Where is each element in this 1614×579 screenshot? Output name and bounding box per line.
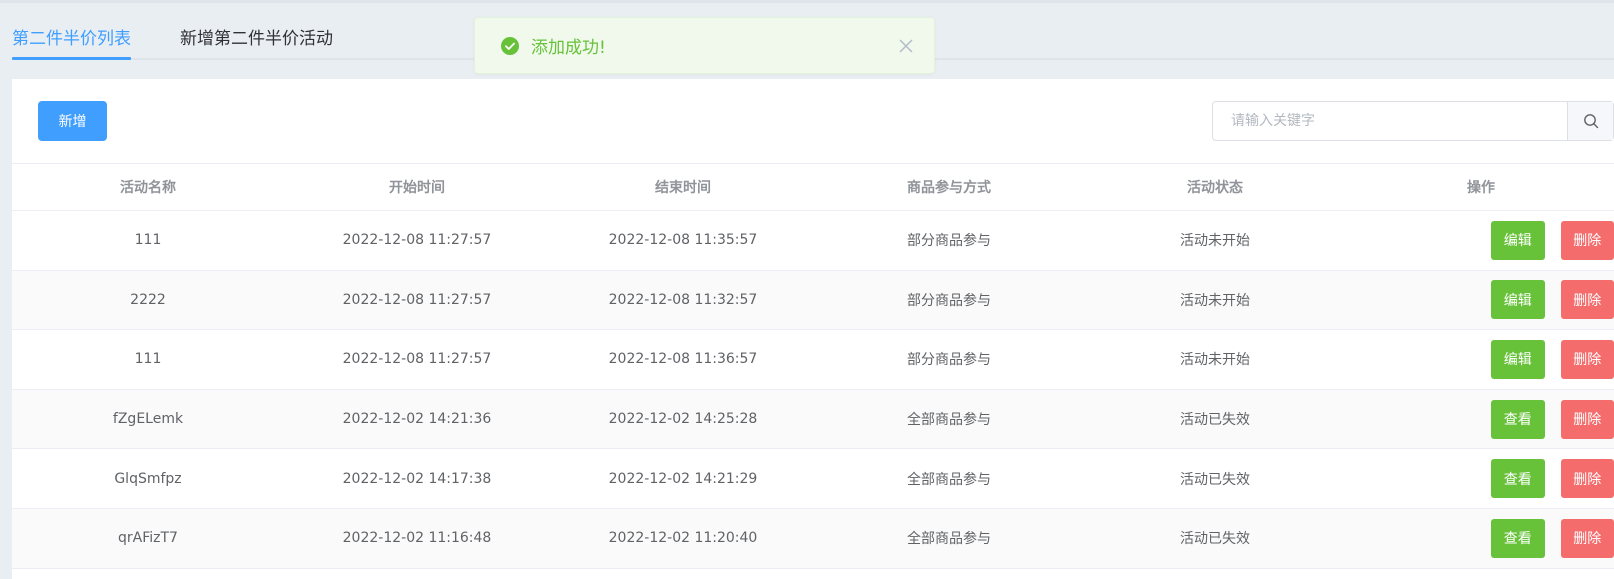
cell-name: qrAFizT7 <box>118 530 178 547</box>
add-button[interactable]: 新增 <box>38 101 107 141</box>
cell-status: 活动未开始 <box>1180 233 1250 250</box>
cell-actions: 查看 删除 <box>1348 459 1614 499</box>
cell-actions: 编辑 删除 <box>1348 339 1614 379</box>
cell-mode: 全部商品参与 <box>907 412 991 429</box>
cell-status: 活动未开始 <box>1180 292 1250 309</box>
table-row: fZgELemk 2022-12-02 14:21:36 2022-12-02 … <box>12 389 1614 450</box>
view-button[interactable]: 查看 <box>1491 399 1545 439</box>
delete-button[interactable]: 删除 <box>1560 459 1614 499</box>
table-row: GlqSmfpz 2022-12-02 14:17:38 2022-12-02 … <box>12 449 1614 509</box>
cell-end: 2022-12-08 11:35:57 <box>608 232 758 249</box>
cell-name: fZgELemk <box>112 411 184 428</box>
tab-list[interactable]: 第二件半价列表 <box>12 24 131 60</box>
cell-start: 2022-12-02 14:17:38 <box>342 470 492 487</box>
search-button[interactable] <box>1567 102 1613 140</box>
cell-end: 2022-12-02 11:20:40 <box>608 530 758 547</box>
header-start: 开始时间 <box>389 180 445 196</box>
cell-status: 活动未开始 <box>1180 352 1250 369</box>
main-panel: 新增 活动名称 开始时间 结束时间 商品参与方式 活动状态 操作 111 202… <box>12 79 1614 579</box>
cell-actions: 编辑 删除 <box>1348 220 1614 260</box>
toast-message: 添加成功! <box>531 38 606 58</box>
delete-button[interactable]: 删除 <box>1560 518 1614 558</box>
cell-name: GlqSmfpz <box>114 470 182 487</box>
view-button[interactable]: 查看 <box>1491 518 1545 558</box>
cell-mode: 部分商品参与 <box>907 352 991 369</box>
cell-start: 2022-12-08 11:27:57 <box>342 351 492 368</box>
cell-end: 2022-12-02 14:25:28 <box>608 411 758 428</box>
cell-start: 2022-12-02 11:16:48 <box>342 530 492 547</box>
header-mode: 商品参与方式 <box>907 180 991 196</box>
cell-status: 活动已失效 <box>1180 471 1250 488</box>
cell-name: 111 <box>134 351 162 368</box>
cell-end: 2022-12-02 14:21:29 <box>608 470 758 487</box>
delete-button[interactable]: 删除 <box>1560 339 1614 379</box>
delete-button[interactable]: 删除 <box>1560 220 1614 260</box>
cell-start: 2022-12-02 14:21:36 <box>342 411 492 428</box>
edit-button[interactable]: 编辑 <box>1491 339 1545 379</box>
cell-actions: 查看 删除 <box>1348 518 1614 558</box>
cell-mode: 全部商品参与 <box>907 531 991 548</box>
header-status: 活动状态 <box>1187 180 1243 196</box>
header-end: 结束时间 <box>655 180 711 196</box>
header-name: 活动名称 <box>120 180 176 196</box>
delete-button[interactable]: 删除 <box>1560 280 1614 320</box>
view-button[interactable]: 查看 <box>1491 459 1545 499</box>
cell-status: 活动已失效 <box>1180 531 1250 548</box>
search-icon <box>1583 114 1598 129</box>
delete-button[interactable]: 删除 <box>1560 399 1614 439</box>
activity-table: 活动名称 开始时间 结束时间 商品参与方式 活动状态 操作 111 2022-1… <box>12 163 1614 569</box>
edit-button[interactable]: 编辑 <box>1491 220 1545 260</box>
success-toast: 添加成功! <box>474 17 935 74</box>
edit-button[interactable]: 编辑 <box>1491 280 1545 320</box>
cell-actions: 查看 删除 <box>1348 399 1614 439</box>
close-icon[interactable] <box>898 38 914 54</box>
cell-actions: 编辑 删除 <box>1348 280 1614 320</box>
table-row: qrAFizT7 2022-12-02 11:16:48 2022-12-02 … <box>12 508 1614 569</box>
cell-mode: 部分商品参与 <box>907 292 991 309</box>
search-input[interactable] <box>1213 102 1567 140</box>
search-box <box>1212 101 1614 141</box>
table-row: 111 2022-12-08 11:27:57 2022-12-08 11:35… <box>12 211 1614 271</box>
cell-status: 活动已失效 <box>1180 412 1250 429</box>
table-row: 111 2022-12-08 11:27:57 2022-12-08 11:36… <box>12 330 1614 390</box>
cell-mode: 全部商品参与 <box>907 471 991 488</box>
tab-add-activity[interactable]: 新增第二件半价活动 <box>180 24 333 58</box>
table-header: 活动名称 开始时间 结束时间 商品参与方式 活动状态 操作 <box>12 163 1614 211</box>
cell-name: 2222 <box>130 291 166 308</box>
cell-end: 2022-12-08 11:32:57 <box>608 291 758 308</box>
cell-start: 2022-12-08 11:27:57 <box>342 291 492 308</box>
cell-end: 2022-12-08 11:36:57 <box>608 351 758 368</box>
cell-mode: 部分商品参与 <box>907 233 991 250</box>
cell-start: 2022-12-08 11:27:57 <box>342 232 492 249</box>
check-circle-icon <box>501 36 519 55</box>
table-row: 2222 2022-12-08 11:27:57 2022-12-08 11:3… <box>12 270 1614 331</box>
header-actions: 操作 <box>1467 180 1495 196</box>
cell-name: 111 <box>134 232 162 249</box>
